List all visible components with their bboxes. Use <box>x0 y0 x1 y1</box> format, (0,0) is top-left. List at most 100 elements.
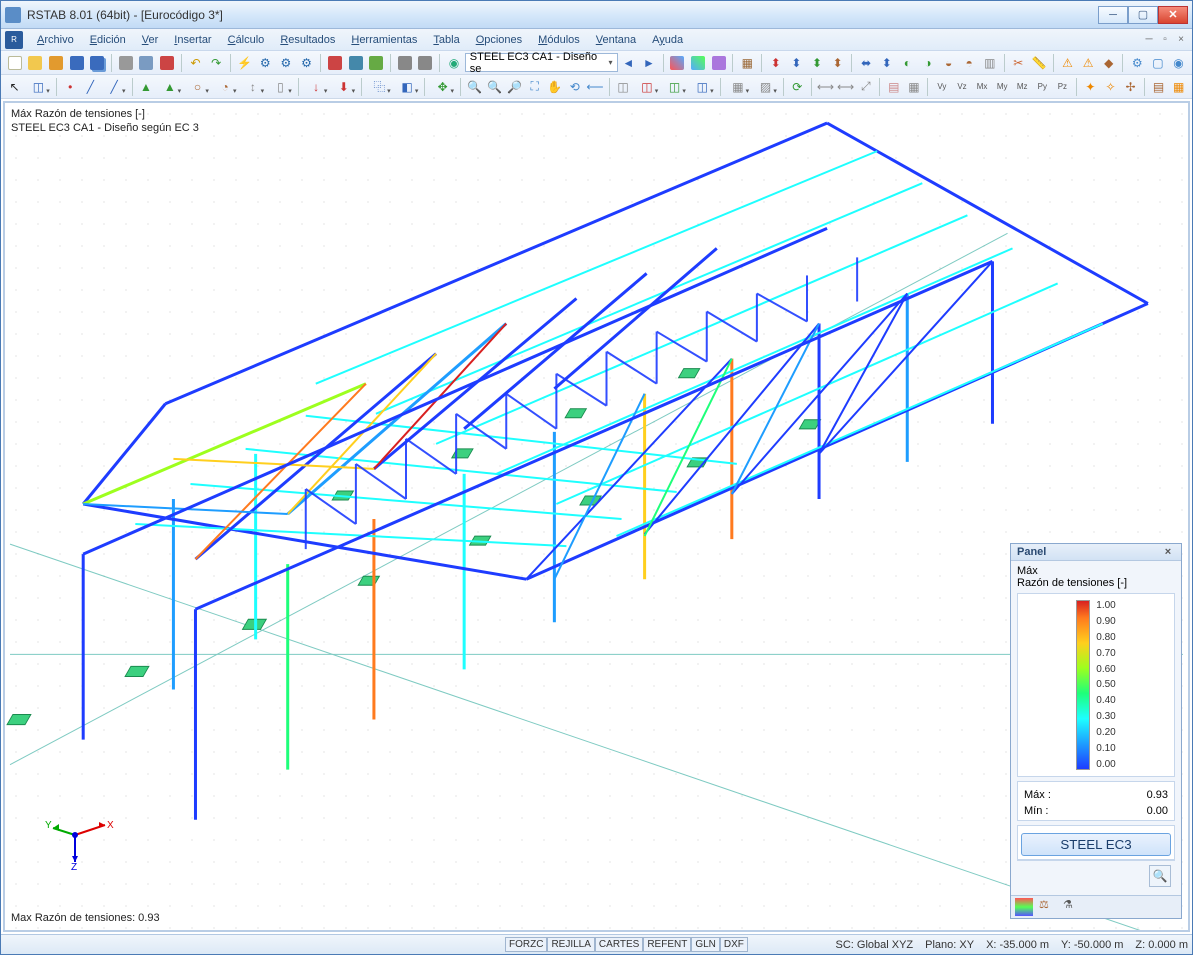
panel-titlebar[interactable]: Panel × <box>1011 544 1181 561</box>
view-x-icon[interactable]: ◫ <box>634 77 661 97</box>
hinge-icon[interactable]: ○ <box>184 77 211 97</box>
wizard-icon[interactable]: ⚡ <box>235 53 255 73</box>
redo-icon[interactable]: ↷ <box>206 53 226 73</box>
settings-icon[interactable]: ⚙ <box>1127 53 1147 73</box>
panel-tab-colors-icon[interactable] <box>1015 898 1033 916</box>
calc2-icon[interactable]: ⚙ <box>276 53 296 73</box>
support-type-icon[interactable]: ▲ <box>157 77 184 97</box>
zoom-fit-icon[interactable]: ⛶ <box>525 77 544 97</box>
prev-case-icon[interactable]: ◄ <box>619 53 639 73</box>
status-cartes[interactable]: CARTES <box>595 937 643 952</box>
menu-archivo[interactable]: Archivo <box>29 32 82 48</box>
minimize-button[interactable]: ─ <box>1098 6 1128 24</box>
save-all-icon[interactable] <box>87 53 107 73</box>
case-combo[interactable]: STEEL EC3 CA1 - Diseño se <box>465 53 618 72</box>
section-icon[interactable]: ▯ <box>267 77 294 97</box>
text-note-icon[interactable]: ▤ <box>1149 77 1168 97</box>
viewport-3d[interactable]: Máx Razón de tensiones [-] STEEL EC3 CA1… <box>5 103 1188 930</box>
status-rejilla[interactable]: REJILLA <box>547 937 594 952</box>
render-icon[interactable]: ▦ <box>725 77 752 97</box>
scale2-icon[interactable]: ⬍ <box>787 53 807 73</box>
app-menu-icon[interactable]: R <box>5 31 23 49</box>
open-file-icon[interactable] <box>26 53 46 73</box>
close-button[interactable]: ✕ <box>1158 6 1188 24</box>
refresh-icon[interactable]: ⟳ <box>788 77 807 97</box>
warn-icon[interactable]: ⚠ <box>1058 53 1078 73</box>
menu-ver[interactable]: Ver <box>134 32 167 48</box>
menu-herramientas[interactable]: Herramientas <box>343 32 425 48</box>
txt-py-icon[interactable]: Py <box>1033 77 1052 97</box>
rotate-icon[interactable]: ⟲ <box>565 77 584 97</box>
print-preview-icon[interactable] <box>137 53 157 73</box>
force5-icon[interactable]: ◒ <box>939 53 959 73</box>
results-panel[interactable]: Panel × Máx Razón de tensiones [-] 1.00 … <box>1010 543 1182 919</box>
undo-icon[interactable]: ↶ <box>186 53 206 73</box>
mirror-icon[interactable]: ◧ <box>394 77 421 97</box>
view-iso-icon[interactable]: ◫ <box>614 77 633 97</box>
scale3-icon[interactable]: ⬍ <box>807 53 827 73</box>
diagram-icon[interactable]: ▦ <box>737 53 757 73</box>
mdi-minimize-button[interactable]: ─ <box>1142 33 1156 47</box>
menu-tabla[interactable]: Tabla <box>425 32 467 48</box>
print-icon[interactable] <box>116 53 136 73</box>
panel-zoom-icon[interactable]: 🔍 <box>1149 865 1171 887</box>
loads-icon[interactable] <box>346 53 366 73</box>
force1-icon[interactable]: ⬌ <box>856 53 876 73</box>
txt-mx-icon[interactable]: Mx <box>973 77 992 97</box>
support-icon[interactable]: ▲ <box>136 77 155 97</box>
check-icon[interactable]: ⚠ <box>1078 53 1098 73</box>
zoom-in-icon[interactable]: 🔍 <box>485 77 504 97</box>
legend-icon[interactable]: ▦ <box>1169 77 1188 97</box>
calc3-icon[interactable]: ⚙ <box>297 53 317 73</box>
grid-icon[interactable]: ▦ <box>904 77 923 97</box>
dim3-icon[interactable]: ⤢ <box>856 77 875 97</box>
force7-icon[interactable]: ▥ <box>980 53 1000 73</box>
status-dxf[interactable]: DXF <box>720 937 748 952</box>
menu-ayuda[interactable]: Ayuda <box>644 32 691 48</box>
about-icon[interactable]: ◉ <box>1169 53 1189 73</box>
layer-icon[interactable]: ▤ <box>884 77 903 97</box>
new-file-icon[interactable] <box>5 53 25 73</box>
next-case-icon[interactable]: ► <box>639 53 659 73</box>
menu-calculo[interactable]: Cálculo <box>220 32 273 48</box>
status-gln[interactable]: GLN <box>691 937 720 952</box>
txt-my-icon[interactable]: My <box>993 77 1012 97</box>
calc-icon[interactable]: ⚙ <box>255 53 275 73</box>
help-icon[interactable]: ◆ <box>1099 53 1119 73</box>
save-icon[interactable] <box>67 53 87 73</box>
steel-ec3-button[interactable]: STEEL EC3 <box>1021 833 1171 856</box>
copy-icon[interactable]: ⿻ <box>366 77 393 97</box>
txt-mz-icon[interactable]: Mz <box>1013 77 1032 97</box>
ruler-icon[interactable]: 📏 <box>1029 53 1049 73</box>
mdi-close-button[interactable]: × <box>1174 33 1188 47</box>
panel-tab-scale-icon[interactable]: ⚖ <box>1039 898 1057 916</box>
menu-insertar[interactable]: Insertar <box>166 32 219 48</box>
menu-opciones[interactable]: Opciones <box>468 32 530 48</box>
release-icon[interactable]: ◔ <box>212 77 239 97</box>
menu-modulos[interactable]: Módulos <box>530 32 588 48</box>
view-z-icon[interactable]: ◫ <box>689 77 716 97</box>
load-node-icon[interactable]: ↓ <box>303 77 330 97</box>
line-type-icon[interactable]: ╱ <box>101 77 128 97</box>
report-icon[interactable] <box>157 53 177 73</box>
cursor-icon[interactable]: ↖ <box>5 77 24 97</box>
dim2-icon[interactable]: ⟷ <box>836 77 855 97</box>
maximize-button[interactable]: ▢ <box>1128 6 1158 24</box>
node-icon[interactable]: • <box>61 77 80 97</box>
load-line-icon[interactable]: ⬇ <box>330 77 357 97</box>
deform1-icon[interactable]: ✦ <box>1081 77 1100 97</box>
txt-pz-icon[interactable]: Pz <box>1053 77 1072 97</box>
force3-icon[interactable]: ◐ <box>898 53 918 73</box>
menu-ventana[interactable]: Ventana <box>588 32 644 48</box>
shade-icon[interactable]: ▨ <box>752 77 779 97</box>
prev-view-icon[interactable]: ⟵ <box>585 77 604 97</box>
measure-icon[interactable]: ✂ <box>1009 53 1029 73</box>
eccentricity-icon[interactable]: ↕ <box>240 77 267 97</box>
status-refent[interactable]: REFENT <box>643 937 691 952</box>
open-recent-icon[interactable] <box>46 53 66 73</box>
select-mode-icon[interactable]: ◫ <box>25 77 52 97</box>
txt-vy-icon[interactable]: Vy <box>932 77 951 97</box>
dim1-icon[interactable]: ⟷ <box>816 77 835 97</box>
mdi-restore-button[interactable]: ▫ <box>1158 33 1172 47</box>
menu-edicion[interactable]: Edición <box>82 32 134 48</box>
